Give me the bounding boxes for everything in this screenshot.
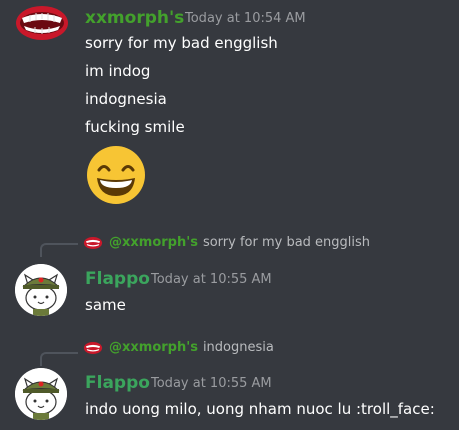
- username-xxmorph[interactable]: xxmorph's: [85, 8, 184, 28]
- timestamp: Today at 10:55 AM: [151, 272, 272, 287]
- username-flappo[interactable]: Flappo: [85, 373, 150, 393]
- message-line: sorry for my bad engglish: [85, 34, 278, 52]
- message-line: indognesia: [85, 90, 167, 108]
- reply-connector: [40, 243, 78, 257]
- reply-mention[interactable]: @xxmorph's: [109, 340, 198, 355]
- message-line: im indog: [85, 62, 151, 80]
- reply-text: sorry for my bad engglish: [202, 235, 371, 250]
- message-line: same: [85, 296, 126, 314]
- reply-connector: [40, 352, 78, 366]
- reply-preview[interactable]: @xxmorph's sorry for my bad engglish: [82, 235, 370, 250]
- timestamp: Today at 10:55 AM: [151, 376, 272, 391]
- reply-preview[interactable]: @xxmorph's indognesia: [82, 340, 274, 355]
- message-line: indo uong milo, uong nham nuoc lu :troll…: [85, 400, 435, 418]
- soldier-cat-icon[interactable]: [15, 368, 67, 420]
- teeth-mouth-icon: [83, 236, 103, 249]
- reply-text: indognesia: [202, 340, 274, 355]
- message-line: fucking smile: [85, 118, 185, 136]
- reply-mention[interactable]: @xxmorph's: [109, 235, 198, 250]
- username-flappo[interactable]: Flappo: [85, 269, 150, 289]
- teeth-mouth-icon[interactable]: [15, 3, 69, 43]
- timestamp: Today at 10:54 AM: [185, 11, 306, 26]
- grinning-face-emoji[interactable]: [85, 144, 147, 206]
- teeth-mouth-icon: [83, 341, 103, 354]
- soldier-cat-icon[interactable]: [15, 264, 67, 316]
